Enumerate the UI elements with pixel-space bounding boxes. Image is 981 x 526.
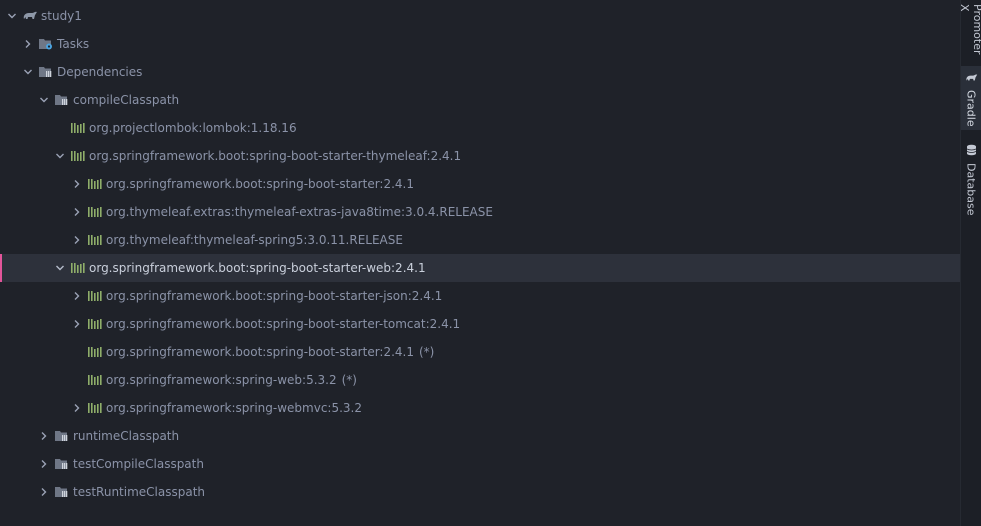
- library-icon: [87, 317, 103, 331]
- tree-node-label: org.thymeleaf:thymeleaf-spring5:3.0.11.R…: [106, 233, 403, 247]
- tree-node-label: org.springframework.boot:spring-boot-sta…: [106, 345, 434, 359]
- library-icon: [87, 373, 103, 387]
- tree-node-lombok[interactable]: org.projectlombok:lombok:1.18.16: [0, 114, 960, 142]
- tree-node-thymeleaf-extras[interactable]: org.thymeleaf.extras:thymeleaf-extras-ja…: [0, 198, 960, 226]
- chevron-right-icon[interactable]: [69, 288, 85, 304]
- tree-node-thymeleaf-starter[interactable]: org.springframework.boot:spring-boot-sta…: [0, 142, 960, 170]
- omitted-marker: (*): [341, 373, 357, 387]
- tab-label: Promoter X: [958, 4, 981, 55]
- configuration-folder-icon: [54, 457, 70, 471]
- tree-node-boot-starter[interactable]: org.springframework.boot:spring-boot-sta…: [0, 170, 960, 198]
- tree-node-label: testRuntimeClasspath: [73, 485, 206, 499]
- library-icon: [70, 121, 86, 135]
- dependencies-folder-icon: [38, 65, 54, 79]
- library-icon: [87, 401, 103, 415]
- tab-database[interactable]: Database: [961, 144, 981, 220]
- tab-promoter-x[interactable]: Promoter X: [958, 0, 981, 60]
- library-icon: [87, 289, 103, 303]
- chevron-right-icon[interactable]: [69, 232, 85, 248]
- tree-node-spring-web[interactable]: org.springframework:spring-web:5.3.2 (*): [0, 366, 960, 394]
- tree-node-label: Tasks: [57, 37, 90, 51]
- tree-node-label: org.springframework.boot:spring-boot-sta…: [106, 317, 461, 331]
- selection-marker: [0, 254, 2, 282]
- tree-node-label: testCompileClasspath: [73, 457, 204, 471]
- tree-node-tasks[interactable]: Tasks: [0, 30, 960, 58]
- chevron-right-icon[interactable]: [69, 204, 85, 220]
- library-icon: [87, 177, 103, 191]
- chevron-down-icon[interactable]: [52, 260, 68, 276]
- chevron-right-icon[interactable]: [69, 176, 85, 192]
- tab-label: Database: [964, 163, 978, 216]
- omitted-marker: (*): [419, 345, 435, 359]
- library-icon: [87, 345, 103, 359]
- library-icon: [70, 261, 86, 275]
- tree-node-web-starter[interactable]: org.springframework.boot:spring-boot-sta…: [0, 254, 960, 282]
- configuration-folder-icon: [54, 485, 70, 499]
- chevron-right-icon[interactable]: [36, 456, 52, 472]
- library-icon: [70, 149, 86, 163]
- tab-gradle[interactable]: Gradle: [961, 66, 981, 130]
- configuration-folder-icon: [54, 429, 70, 443]
- chevron-right-icon[interactable]: [69, 316, 85, 332]
- tree-node-label: org.thymeleaf.extras:thymeleaf-extras-ja…: [106, 205, 493, 219]
- chevron-right-icon[interactable]: [69, 400, 85, 416]
- tree-node-runtime-classpath[interactable]: runtimeClasspath: [0, 422, 960, 450]
- chevron-down-icon[interactable]: [52, 148, 68, 164]
- tree-node-label: org.springframework.boot:spring-boot-sta…: [89, 261, 426, 275]
- tree-node-json-starter[interactable]: org.springframework.boot:spring-boot-sta…: [0, 282, 960, 310]
- dependency-coordinate: org.springframework:spring-web:5.3.2: [106, 373, 337, 387]
- tree-node-dependencies[interactable]: Dependencies: [0, 58, 960, 86]
- chevron-down-icon[interactable]: [20, 64, 36, 80]
- right-tool-window-bar: Promoter X Gradle Database: [958, 0, 981, 526]
- tree-node-label: org.springframework.boot:spring-boot-sta…: [106, 177, 414, 191]
- chevron-down-icon[interactable]: [4, 8, 20, 24]
- tree-node-boot-starter-omitted[interactable]: org.springframework.boot:spring-boot-sta…: [0, 338, 960, 366]
- tree-node-label: org.projectlombok:lombok:1.18.16: [89, 121, 297, 135]
- database-icon: [966, 144, 977, 159]
- tree-node-test-runtime-classpath[interactable]: testRuntimeClasspath: [0, 478, 960, 506]
- tree-node-label: compileClasspath: [73, 93, 180, 107]
- tree-node-tomcat-starter[interactable]: org.springframework.boot:spring-boot-sta…: [0, 310, 960, 338]
- tree-node-study1[interactable]: study1: [0, 2, 960, 30]
- gradle-dependency-tree: study1 Tasks Dependencies compileClasspa…: [0, 0, 960, 526]
- library-icon: [87, 233, 103, 247]
- tree-node-label: org.springframework:spring-webmvc:5.3.2: [106, 401, 362, 415]
- tree-node-label: runtimeClasspath: [73, 429, 180, 443]
- tree-node-spring-webmvc[interactable]: org.springframework:spring-webmvc:5.3.2: [0, 394, 960, 422]
- library-icon: [87, 205, 103, 219]
- tree-node-label: org.springframework.boot:spring-boot-sta…: [89, 149, 462, 163]
- chevron-down-icon[interactable]: [36, 92, 52, 108]
- tree-node-label: Dependencies: [57, 65, 143, 79]
- tree-node-label: study1: [41, 9, 82, 23]
- tree-node-compile-classpath[interactable]: compileClasspath: [0, 86, 960, 114]
- tree-node-label: org.springframework.boot:spring-boot-sta…: [106, 289, 443, 303]
- gradle-elephant-icon: [965, 72, 978, 86]
- dependency-coordinate: org.springframework.boot:spring-boot-sta…: [106, 345, 414, 359]
- tree-node-thymeleaf-spring5[interactable]: org.thymeleaf:thymeleaf-spring5:3.0.11.R…: [0, 226, 960, 254]
- chevron-right-icon[interactable]: [36, 428, 52, 444]
- chevron-right-icon[interactable]: [20, 36, 36, 52]
- gradle-elephant-icon: [22, 9, 38, 23]
- tasks-folder-gear-icon: [38, 37, 54, 51]
- tab-label: Gradle: [964, 90, 978, 127]
- tree-node-label: org.springframework:spring-web:5.3.2 (*): [106, 373, 357, 387]
- chevron-right-icon[interactable]: [36, 484, 52, 500]
- tree-node-test-compile-classpath[interactable]: testCompileClasspath: [0, 450, 960, 478]
- configuration-folder-icon: [54, 93, 70, 107]
